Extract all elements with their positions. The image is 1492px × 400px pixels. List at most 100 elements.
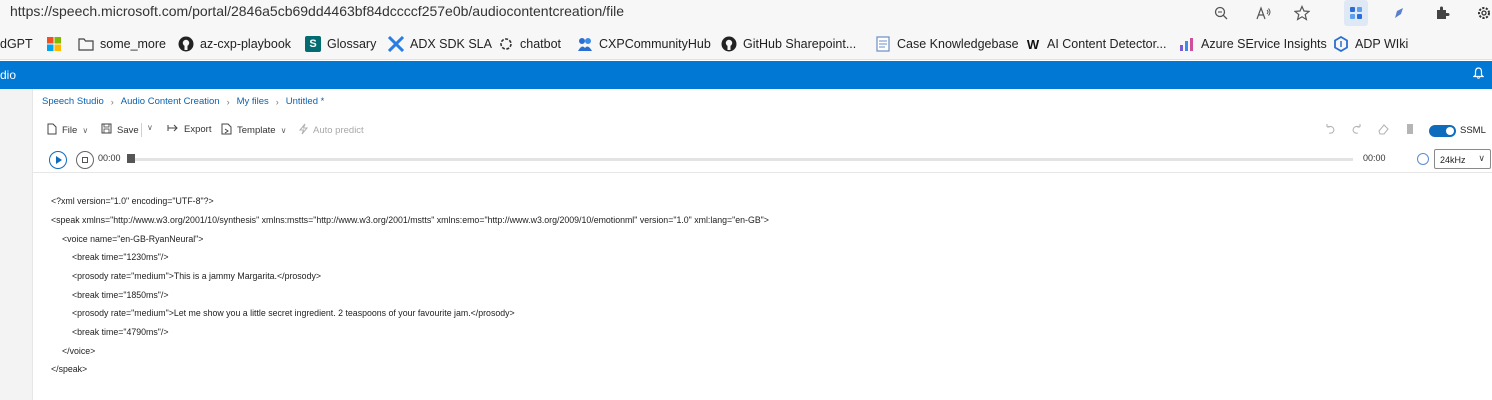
- progress-track[interactable]: [127, 158, 1353, 161]
- notification-bell-icon[interactable]: [1472, 67, 1485, 82]
- eraser-icon[interactable]: [1377, 123, 1390, 138]
- favorite-item[interactable]: Azure SErvice Insights: [1179, 35, 1327, 53]
- favorite-item[interactable]: dGPT: [0, 35, 33, 53]
- favorite-item[interactable]: Case Knowledgebase: [875, 35, 1019, 53]
- favorite-label: AI Content Detector...: [1047, 37, 1167, 51]
- code-line[interactable]: <voice name="en-GB-RyanNeural">: [62, 234, 203, 244]
- toolbar-divider: [141, 123, 142, 137]
- code-line[interactable]: <break time="1850ms"/>: [72, 290, 168, 300]
- play-icon: [56, 156, 62, 164]
- github-icon: [721, 36, 737, 52]
- audio-player: 00:00 00:00 24kHz ∨: [33, 147, 1492, 173]
- favorite-item[interactable]: [46, 35, 62, 53]
- doc-icon: [875, 36, 891, 52]
- toggle-knob: [1446, 127, 1454, 135]
- favorite-item[interactable]: GitHub Sharepoint...: [721, 35, 856, 53]
- code-line[interactable]: </speak>: [51, 364, 87, 374]
- sample-rate-select[interactable]: 24kHz ∨: [1434, 149, 1491, 169]
- export-button[interactable]: Export: [167, 123, 211, 136]
- favorite-label: az-cxp-playbook: [200, 37, 292, 51]
- code-line[interactable]: <break time="1230ms"/>: [72, 252, 168, 262]
- favorite-item[interactable]: some_more: [78, 35, 166, 53]
- save-button[interactable]: Save: [101, 123, 139, 137]
- code-line[interactable]: <break time="4790ms"/>: [72, 327, 168, 337]
- favorite-label: some_more: [100, 37, 166, 51]
- favorite-item[interactable]: chatbot: [498, 35, 561, 53]
- breadcrumb-my-files[interactable]: My files: [237, 96, 269, 107]
- favorite-item[interactable]: CXPCommunityHub: [577, 35, 711, 53]
- favorite-label: Azure SErvice Insights: [1201, 37, 1327, 51]
- progress-thumb[interactable]: [127, 154, 135, 163]
- settings-gear-icon[interactable]: [1474, 3, 1492, 23]
- favorite-item[interactable]: az-cxp-playbook: [178, 35, 291, 53]
- address-url[interactable]: https://speech.microsoft.com/portal/2846…: [10, 3, 624, 19]
- chevron-down-icon: ∨: [147, 123, 153, 132]
- file-menu-button[interactable]: File ∨: [47, 123, 88, 138]
- export-arrow-icon: [167, 123, 179, 136]
- stop-button[interactable]: [76, 151, 94, 169]
- breadcrumb-current-file[interactable]: Untitled *: [286, 96, 325, 107]
- save-label: Save: [117, 124, 139, 136]
- breadcrumb: Speech Studio › Audio Content Creation ›…: [42, 96, 324, 107]
- chevron-down-icon: ∨: [280, 126, 287, 135]
- favorite-label: GitHub Sharepoint...: [743, 37, 857, 51]
- chevron-right-icon: ›: [110, 96, 114, 107]
- play-button[interactable]: [49, 151, 67, 169]
- save-options-dropdown[interactable]: ∨: [147, 123, 153, 132]
- chevron-down-icon: ∨: [82, 126, 89, 135]
- editor-toolbar: File ∨ Save ∨ Export Template ∨ Auto pre…: [33, 118, 1492, 142]
- export-label: Export: [184, 124, 212, 135]
- favorite-label: ADX SDK SLA: [410, 37, 492, 51]
- favorite-label: CXPCommunityHub: [599, 37, 711, 51]
- sharepoint-icon: S: [305, 36, 321, 52]
- ssml-editor[interactable]: <?xml version="1.0" encoding="UTF-8"?> <…: [33, 174, 1492, 400]
- ssml-toggle[interactable]: [1429, 125, 1456, 137]
- favorite-label: Glossary: [327, 37, 377, 51]
- auto-predict-button[interactable]: Auto predict: [298, 123, 364, 138]
- bookmark-icon[interactable]: [1405, 123, 1415, 138]
- favorite-item[interactable]: W AI Content Detector...: [1025, 35, 1167, 53]
- app-header: dio: [0, 61, 1492, 89]
- chevron-right-icon: ›: [226, 96, 230, 107]
- file-menu-label: File: [62, 125, 78, 136]
- openai-icon: [498, 36, 514, 52]
- redo-icon[interactable]: [1351, 123, 1363, 138]
- favorite-item[interactable]: ADP WIki: [1333, 35, 1408, 53]
- extension-pen-icon[interactable]: [1389, 3, 1409, 23]
- favorite-label: dGPT: [0, 37, 33, 51]
- insights-icon: [1179, 36, 1195, 52]
- save-icon: [101, 123, 112, 137]
- favorite-item[interactable]: S Glossary: [305, 35, 376, 53]
- stop-icon: [82, 157, 88, 163]
- sample-rate-value: 24kHz: [1440, 155, 1466, 165]
- windows-icon: [46, 36, 62, 52]
- code-line[interactable]: </voice>: [62, 346, 95, 356]
- ssml-toggle-label: SSML: [1460, 125, 1486, 136]
- speaking-rate-icon[interactable]: [1417, 153, 1429, 165]
- extension-puzzle-icon[interactable]: [1432, 3, 1452, 23]
- github-icon: [178, 36, 194, 52]
- extension-active-icon[interactable]: [1344, 0, 1368, 26]
- browser-address-bar: https://speech.microsoft.com/portal/2846…: [0, 0, 1492, 28]
- wiki-icon: [1333, 36, 1349, 52]
- read-aloud-icon[interactable]: [1254, 3, 1274, 23]
- breadcrumb-audio-content-creation[interactable]: Audio Content Creation: [121, 96, 220, 107]
- current-time: 00:00: [98, 153, 121, 163]
- file-icon: [47, 123, 57, 138]
- code-line[interactable]: <speak xmlns="http://www.w3.org/2001/10/…: [51, 215, 769, 225]
- lightning-icon: [298, 123, 309, 138]
- favorites-bar: dGPT some_more az-cxp-playbook S Glossar…: [0, 28, 1492, 60]
- total-time: 00:00: [1363, 153, 1386, 163]
- code-line[interactable]: <prosody rate="medium">Let me show you a…: [72, 308, 515, 318]
- undo-icon[interactable]: [1324, 123, 1336, 138]
- favorite-item[interactable]: ADX SDK SLA: [388, 35, 492, 53]
- community-icon: [577, 36, 593, 52]
- zoom-icon[interactable]: [1211, 3, 1231, 23]
- favorite-star-icon[interactable]: [1292, 3, 1312, 23]
- code-line[interactable]: <prosody rate="medium">This is a jammy M…: [72, 271, 321, 281]
- app-title[interactable]: dio: [0, 68, 16, 82]
- code-line[interactable]: <?xml version="1.0" encoding="UTF-8"?>: [51, 196, 214, 206]
- breadcrumb-speech-studio[interactable]: Speech Studio: [42, 96, 104, 107]
- auto-predict-label: Auto predict: [313, 125, 364, 136]
- template-menu-button[interactable]: Template ∨: [221, 123, 286, 138]
